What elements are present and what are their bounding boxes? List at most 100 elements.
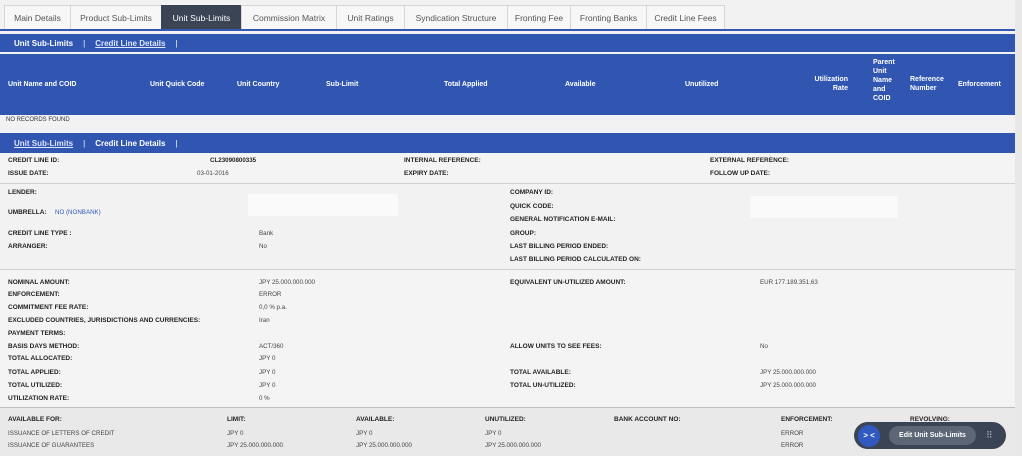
- issue-date-value: 03-01-2016: [197, 170, 229, 177]
- row-enforcement: ERROR: [781, 442, 804, 449]
- collapse-toggle-button[interactable]: > <: [858, 424, 880, 447]
- subnav-separator: |: [175, 138, 178, 148]
- subnav-unit-sub-limits-link[interactable]: Unit Sub-Limits: [14, 139, 73, 148]
- expiry-date-label: EXPIRY DATE:: [404, 170, 449, 177]
- arranger-value: No: [259, 243, 267, 250]
- vertical-scrollbar[interactable]: [1015, 0, 1022, 456]
- col-reference-number[interactable]: Reference Number: [910, 75, 950, 93]
- external-reference-label: EXTERNAL REFERENCE:: [710, 157, 789, 164]
- row-unutilized: JPY 0: [485, 430, 502, 437]
- nominal-amount-label: NOMINAL AMOUNT:: [8, 279, 70, 286]
- total-allocated-label: TOTAL ALLOCATED:: [8, 355, 73, 362]
- nominal-amount-value: JPY 25.000.000.000: [259, 279, 315, 286]
- drag-handle-icon[interactable]: ⠿: [986, 430, 993, 441]
- tab-credit-line-fees[interactable]: Credit Line Fees: [646, 5, 725, 30]
- excluded-countries-value: Iran: [259, 317, 270, 324]
- avail-col-for: AVAILABLE FOR:: [8, 416, 62, 423]
- row-enforcement: ERROR: [781, 430, 804, 437]
- col-unutilized[interactable]: Unutilized: [685, 80, 718, 89]
- col-unit-name[interactable]: Unit Name and COID: [8, 80, 76, 89]
- total-applied-value: JPY 0: [259, 369, 276, 376]
- enforcement-label: ENFORCEMENT:: [8, 291, 60, 298]
- subnav-credit-line-details[interactable]: Credit Line Details: [95, 139, 165, 148]
- commitment-fee-label: COMMITMENT FEE RATE:: [8, 304, 89, 311]
- row-available-for: ISSUANCE OF LETTERS OF CREDIT: [8, 430, 115, 437]
- total-unutilized-label: TOTAL UN-UTILIZED:: [510, 382, 576, 389]
- tab-unit-sub-limits[interactable]: Unit Sub-Limits: [161, 5, 241, 30]
- credit-line-id-label: CREDIT LINE ID:: [8, 157, 60, 164]
- tab-main-details[interactable]: Main Details: [4, 5, 70, 30]
- basis-days-label: BASIS DAYS METHOD:: [8, 343, 80, 350]
- company-value-field: [750, 196, 898, 218]
- total-unutilized-value: JPY 25.000.000.000: [760, 382, 816, 389]
- no-records-text: NO RECORDS FOUND: [6, 117, 70, 123]
- subnav-separator: |: [83, 138, 86, 148]
- lender-label: LENDER:: [8, 189, 37, 196]
- amounts-section: NOMINAL AMOUNT: JPY 25.000.000.000 ENFOR…: [0, 270, 1015, 406]
- row-available-for: ISSUANCE OF GUARANTEES: [8, 442, 95, 449]
- col-sub-limit[interactable]: Sub-Limit: [326, 80, 358, 89]
- equivalent-unutilized-label: EQUIVALENT UN-UTILIZED AMOUNT:: [510, 279, 626, 286]
- payment-terms-label: PAYMENT TERMS:: [8, 330, 66, 337]
- notification-email-label: GENERAL NOTIFICATION E-MAIL:: [510, 216, 616, 223]
- arranger-label: ARRANGER:: [8, 243, 48, 250]
- party-section: LENDER: UMBRELLA: NO (NONBANK) CREDIT LI…: [0, 184, 1015, 268]
- total-applied-label: TOTAL APPLIED:: [8, 369, 61, 376]
- quick-code-label: QUICK CODE:: [510, 203, 554, 210]
- avail-col-limit: LIMIT:: [227, 416, 246, 423]
- tab-fronting-fee[interactable]: Fronting Fee: [507, 5, 570, 30]
- row-unutilized: JPY 25.000.000.000: [485, 442, 541, 449]
- commitment-fee-value: 0,0 % p.a.: [259, 304, 287, 311]
- col-utilization-rate[interactable]: Utilization Rate: [808, 75, 848, 93]
- last-billing-ended-label: LAST BILLING PERIOD ENDED:: [510, 243, 609, 250]
- issue-date-label: ISSUE DATE:: [8, 170, 49, 177]
- excluded-countries-label: EXCLUDED COUNTRIES, JURISDICTIONS AND CU…: [8, 317, 201, 324]
- lender-value-field: [248, 194, 398, 216]
- col-available[interactable]: Available: [565, 80, 595, 89]
- row-limit: JPY 0: [227, 430, 244, 437]
- table-header: Unit Name and COID Unit Quick Code Unit …: [0, 54, 1015, 115]
- subnav-unit-sub-limits[interactable]: Unit Sub-Limits: [14, 39, 73, 48]
- col-unit-country[interactable]: Unit Country: [237, 80, 279, 89]
- total-available-value: JPY 25.000.000.000: [760, 369, 816, 376]
- enforcement-value: ERROR: [259, 291, 282, 298]
- avail-col-available: AVAILABLE:: [356, 416, 395, 423]
- last-billing-calculated-label: LAST BILLING PERIOD CALCULATED ON:: [510, 256, 641, 263]
- tab-underline: [0, 29, 1022, 31]
- tab-fronting-banks[interactable]: Fronting Banks: [570, 5, 646, 30]
- total-available-label: TOTAL AVAILABLE:: [510, 369, 571, 376]
- subnav-bottom: Unit Sub-Limits | Credit Line Details |: [0, 133, 1015, 153]
- chevrons-icon: > <: [863, 431, 875, 440]
- row-available: JPY 25.000.000.000: [356, 442, 412, 449]
- col-parent-unit[interactable]: Parent Unit Name and COID: [873, 58, 897, 103]
- col-enforcement[interactable]: Enforcement: [958, 80, 1001, 89]
- row-available: JPY 0: [356, 430, 373, 437]
- umbrella-value-link[interactable]: NO (NONBANK): [55, 209, 101, 216]
- allow-units-fees-value: No: [760, 343, 768, 350]
- utilization-rate-value: 0 %: [259, 395, 270, 402]
- tab-commission-matrix[interactable]: Commission Matrix: [241, 5, 336, 30]
- tab-unit-ratings[interactable]: Unit Ratings: [336, 5, 404, 30]
- group-label: GROUP:: [510, 230, 536, 237]
- subnav-top: Unit Sub-Limits | Credit Line Details |: [0, 34, 1015, 52]
- subnav-credit-line-details-link[interactable]: Credit Line Details: [95, 39, 165, 48]
- credit-line-id-value: CL23090800335: [210, 157, 257, 164]
- subnav-separator: |: [175, 38, 178, 48]
- avail-col-enforcement: ENFORCEMENT:: [781, 416, 833, 423]
- edit-unit-sub-limits-button[interactable]: Edit Unit Sub-Limits: [889, 426, 976, 445]
- floating-action-bar: > < Edit Unit Sub-Limits ⠿: [854, 422, 1006, 449]
- tab-product-sub-limits[interactable]: Product Sub-Limits: [70, 5, 161, 30]
- total-utilized-value: JPY 0: [259, 382, 276, 389]
- row-limit: JPY 25.000.000.000: [227, 442, 283, 449]
- avail-col-unutilized: UNUTILIZED:: [485, 416, 526, 423]
- col-unit-quick-code[interactable]: Unit Quick Code: [150, 80, 204, 89]
- subnav-separator: |: [83, 38, 86, 48]
- col-total-applied[interactable]: Total Applied: [444, 80, 488, 89]
- internal-reference-label: INTERNAL REFERENCE:: [404, 157, 481, 164]
- tab-syndication-structure[interactable]: Syndication Structure: [404, 5, 507, 30]
- utilization-rate-label: UTILIZATION RATE:: [8, 395, 70, 402]
- company-id-label: COMPANY ID:: [510, 189, 554, 196]
- tab-bar: Main Details Product Sub-Limits Unit Sub…: [4, 5, 725, 30]
- allow-units-fees-label: ALLOW UNITS TO SEE FEES:: [510, 343, 602, 350]
- credit-line-header: CREDIT LINE ID: CL23090800335 ISSUE DATE…: [0, 153, 1015, 182]
